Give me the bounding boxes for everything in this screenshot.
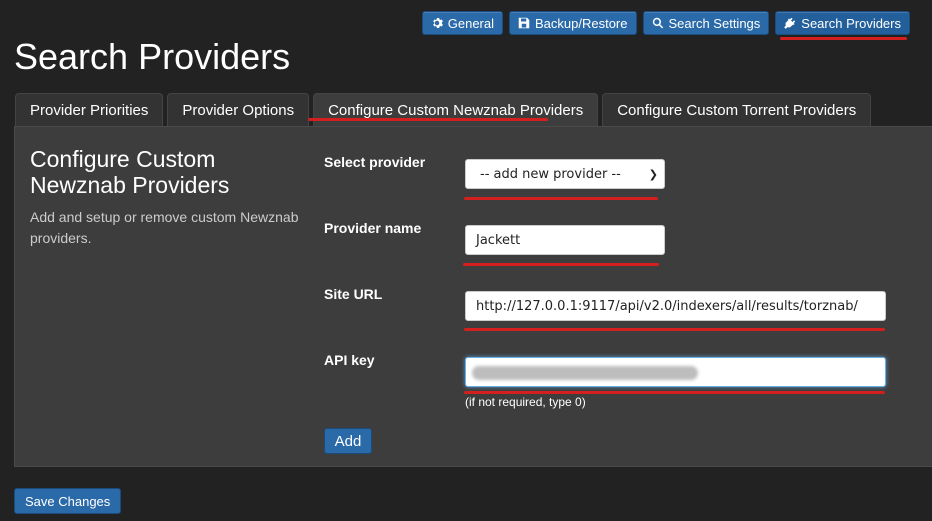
select-provider-dropdown[interactable]: -- add new provider -- ❯ bbox=[465, 159, 665, 189]
backup-restore-button[interactable]: Backup/Restore bbox=[509, 11, 637, 35]
tab-configure-custom-torrent[interactable]: Configure Custom Torrent Providers bbox=[602, 93, 872, 127]
tab-bar: Provider Priorities Provider Options Con… bbox=[15, 93, 872, 127]
section-title: Configure Custom Newznab Providers bbox=[30, 146, 230, 198]
select-provider-highlight bbox=[464, 197, 658, 200]
save-changes-button[interactable]: Save Changes bbox=[14, 488, 122, 514]
api-key-highlight bbox=[464, 391, 885, 394]
select-provider-label: Select provider bbox=[324, 154, 426, 170]
chevron-down-icon: ❯ bbox=[648, 167, 658, 181]
api-key-hint: (if not required, type 0) bbox=[465, 395, 586, 409]
add-button[interactable]: Add bbox=[324, 428, 372, 454]
site-url-label: Site URL bbox=[324, 286, 383, 302]
tab-provider-priorities[interactable]: Provider Priorities bbox=[15, 93, 164, 127]
tab-panel: Configure Custom Newznab Providers Add a… bbox=[14, 126, 932, 467]
api-key-input[interactable] bbox=[465, 357, 886, 387]
redacted-api-key bbox=[472, 366, 698, 380]
top-toolbar: General Backup/Restore Search Settings S… bbox=[421, 11, 910, 35]
search-settings-button[interactable]: Search Settings bbox=[642, 11, 770, 35]
api-key-label: API key bbox=[324, 352, 375, 368]
tab-provider-options[interactable]: Provider Options bbox=[167, 93, 310, 127]
backup-restore-button-label: Backup/Restore bbox=[535, 15, 628, 31]
section-description: Add and setup or remove custom Newznab p… bbox=[30, 209, 299, 246]
select-provider-value: -- add new provider -- bbox=[480, 166, 621, 182]
search-icon bbox=[652, 17, 663, 29]
gear-icon bbox=[432, 17, 443, 29]
search-providers-button[interactable]: Search Providers bbox=[775, 11, 910, 35]
search-providers-button-label: Search Providers bbox=[801, 15, 901, 31]
plug-icon bbox=[784, 17, 796, 29]
search-settings-button-label: Search Settings bbox=[668, 15, 761, 31]
provider-name-value: Jackett bbox=[476, 232, 521, 248]
general-button-label: General bbox=[447, 15, 494, 31]
tab-configure-custom-newznab[interactable]: Configure Custom Newznab Providers bbox=[313, 93, 599, 127]
page-title: Search Providers bbox=[14, 36, 291, 77]
general-button[interactable]: General bbox=[421, 11, 503, 35]
site-url-value: http://127.0.0.1:9117/api/v2.0/indexers/… bbox=[476, 298, 858, 314]
provider-name-label: Provider name bbox=[324, 220, 422, 236]
newznab-tab-highlight bbox=[308, 118, 548, 121]
site-url-highlight bbox=[464, 328, 885, 331]
provider-name-input[interactable]: Jackett bbox=[465, 225, 665, 255]
search-providers-highlight bbox=[780, 37, 907, 40]
provider-name-highlight bbox=[463, 263, 659, 266]
save-icon bbox=[518, 17, 530, 29]
site-url-input[interactable]: http://127.0.0.1:9117/api/v2.0/indexers/… bbox=[465, 291, 886, 321]
